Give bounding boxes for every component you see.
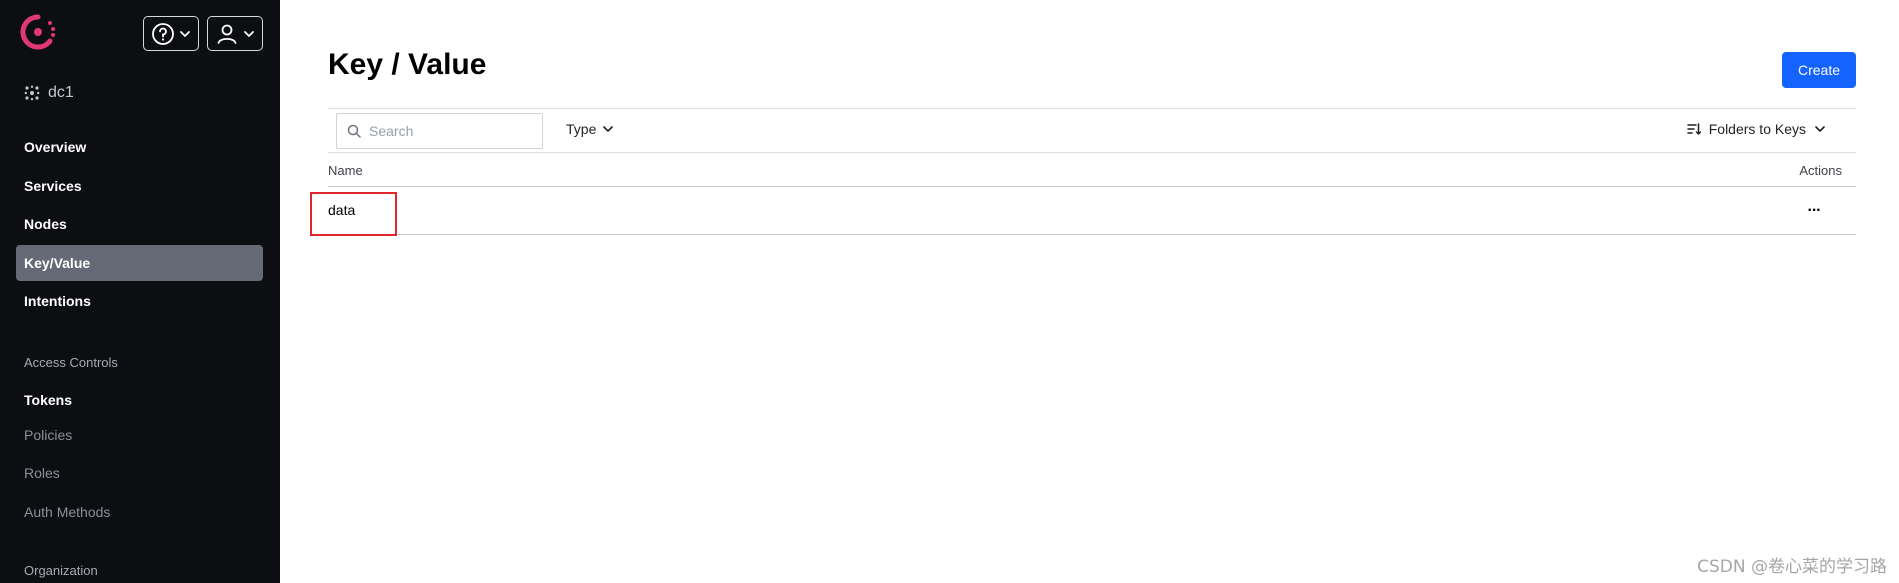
type-filter-label: Type bbox=[566, 121, 597, 137]
chevron-down-icon bbox=[244, 30, 254, 37]
sort-dropdown[interactable]: Folders to Keys bbox=[1686, 121, 1826, 137]
sidebar-item-tokens[interactable]: Tokens bbox=[16, 382, 263, 418]
help-circle-icon bbox=[152, 22, 174, 45]
access-controls-heading: Access Controls bbox=[24, 355, 118, 370]
sort-icon bbox=[1686, 123, 1701, 135]
watermark: CSDN @卷心菜的学习路 bbox=[1697, 557, 1887, 577]
page-title: Key / Value bbox=[328, 48, 487, 81]
type-filter-dropdown[interactable]: Type bbox=[566, 121, 614, 137]
app-root: dc1 Overview Services Nodes Key/Value In… bbox=[0, 0, 1899, 583]
table-row[interactable]: data ··· bbox=[328, 187, 1856, 235]
sidebar-item-auth-methods[interactable]: Auth Methods bbox=[16, 494, 263, 530]
table-header: Name Actions bbox=[328, 153, 1856, 187]
column-header-name: Name bbox=[328, 163, 363, 178]
chevron-down-icon bbox=[180, 30, 190, 37]
row-actions-menu-icon[interactable]: ··· bbox=[1802, 199, 1826, 223]
help-menu-button[interactable] bbox=[143, 16, 199, 51]
chevron-down-icon bbox=[1815, 126, 1825, 132]
user-icon bbox=[217, 24, 237, 44]
sidebar-item-key-value[interactable]: Key/Value bbox=[16, 245, 263, 281]
sidebar-item-overview[interactable]: Overview bbox=[16, 129, 263, 165]
consul-logo[interactable] bbox=[20, 14, 56, 50]
filter-toolbar: Type Folders to Keys bbox=[328, 108, 1856, 153]
column-header-actions: Actions bbox=[1799, 163, 1842, 178]
chevron-down-icon bbox=[603, 126, 614, 132]
search-field[interactable] bbox=[336, 113, 543, 149]
sidebar: dc1 Overview Services Nodes Key/Value In… bbox=[0, 0, 280, 583]
organization-heading: Organization bbox=[24, 563, 98, 578]
consul-logo-icon bbox=[20, 14, 55, 50]
kv-name-link[interactable]: data bbox=[328, 202, 355, 218]
user-menu-button[interactable] bbox=[207, 16, 263, 51]
sidebar-item-roles[interactable]: Roles bbox=[16, 455, 263, 491]
datacenter-label: dc1 bbox=[48, 84, 74, 101]
search-input[interactable] bbox=[369, 123, 529, 139]
sidebar-item-policies[interactable]: Policies bbox=[16, 417, 263, 453]
sidebar-item-nodes[interactable]: Nodes bbox=[16, 206, 263, 242]
sort-label: Folders to Keys bbox=[1708, 121, 1806, 137]
sidebar-item-services[interactable]: Services bbox=[16, 168, 263, 204]
create-button[interactable]: Create bbox=[1782, 52, 1856, 88]
sidebar-item-intentions[interactable]: Intentions bbox=[16, 283, 263, 319]
datacenter-selector[interactable]: dc1 bbox=[24, 84, 74, 102]
datacenter-icon bbox=[24, 85, 40, 101]
search-icon bbox=[347, 124, 361, 138]
